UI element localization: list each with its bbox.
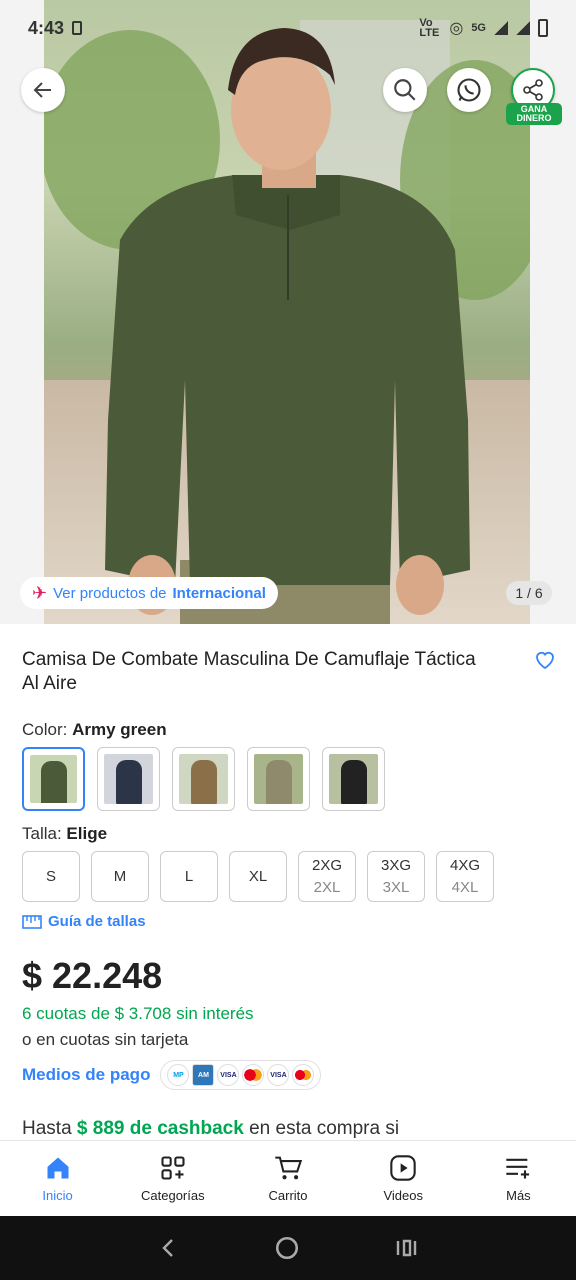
color-swatch-camo[interactable]: [247, 747, 310, 811]
intl-prefix: Ver productos de: [53, 584, 167, 602]
cashback-amount: $ 889 de cashback: [76, 1118, 244, 1139]
tab-label: Categorías: [141, 1188, 205, 1203]
tab-label: Más: [506, 1188, 531, 1203]
earn-money-badge: GANA DINERO: [506, 103, 562, 125]
international-products-link[interactable]: ✈ Ver productos de Internacional: [20, 577, 278, 609]
size-alt: 2XL: [313, 878, 341, 896]
tab-label: Carrito: [268, 1188, 308, 1203]
size-label: Talla: Elige: [22, 824, 107, 844]
airplane-icon: ✈: [32, 582, 48, 603]
heart-icon: [536, 651, 554, 670]
color-swatch-black[interactable]: [322, 747, 385, 811]
no-card-installments-text: o en cuotas sin tarjeta: [22, 1030, 189, 1049]
tab-categorias[interactable]: Categorías: [115, 1141, 230, 1216]
search-icon: [394, 79, 416, 101]
video-icon: [390, 1155, 416, 1181]
nav-back-icon[interactable]: [157, 1236, 181, 1260]
size-option-2xg[interactable]: 2XG 2XL: [298, 851, 356, 902]
size-alt: 3XL: [382, 878, 410, 896]
share-icon: [523, 79, 543, 101]
visa-debit-icon: VISA: [267, 1064, 290, 1086]
tab-label: Videos: [383, 1188, 423, 1203]
payment-methods-link[interactable]: Medios de pago: [22, 1065, 150, 1085]
arrow-left-icon: [33, 82, 51, 98]
signal-icon: [494, 21, 508, 35]
status-time: 4:43: [28, 17, 65, 38]
whatsapp-share-button[interactable]: [447, 68, 491, 112]
color-swatch-navy[interactable]: [97, 747, 160, 811]
mastercard-debit-icon: [292, 1064, 315, 1086]
size-option-4xg[interactable]: 4XG 4XL: [436, 851, 494, 902]
bottom-tab-bar: Inicio Categorías Carrito Videos Más: [0, 1140, 576, 1216]
size-main: M: [113, 867, 127, 885]
menu-more-icon: [506, 1158, 530, 1179]
network-indicator: 5G: [471, 22, 486, 34]
payment-icons: MP AM VISA VISA: [160, 1060, 322, 1090]
size-option-s[interactable]: S: [22, 851, 80, 902]
mercadopago-icon: MP: [167, 1064, 190, 1086]
size-guide-text: Guía de tallas: [48, 913, 146, 930]
size-option-3xg[interactable]: 3XG 3XL: [367, 851, 425, 902]
tab-carrito[interactable]: Carrito: [230, 1141, 345, 1216]
status-bar: 4:43 Vo LTE ◎ 5G: [0, 0, 576, 56]
categories-icon: [161, 1156, 185, 1180]
size-value: Elige: [66, 824, 108, 843]
search-button[interactable]: [383, 68, 427, 112]
nav-home-icon[interactable]: [274, 1235, 300, 1261]
size-option-l[interactable]: L: [160, 851, 218, 902]
size-main: 3XG: [380, 856, 411, 874]
size-guide-link[interactable]: Guía de tallas: [22, 913, 146, 930]
size-main: S: [45, 867, 56, 885]
color-swatch-khaki[interactable]: [172, 747, 235, 811]
volte-indicator: Vo LTE: [419, 17, 440, 39]
product-title: Camisa De Combate Masculina De Camuflaje…: [22, 649, 476, 694]
sim-icon: [72, 21, 83, 35]
size-option-m[interactable]: M: [91, 851, 149, 902]
size-label-text: Talla:: [22, 824, 62, 843]
size-main: XL: [248, 867, 268, 885]
tab-mas[interactable]: Más: [461, 1141, 576, 1216]
installments-text: 6 cuotas de $ 3.708 sin interés: [22, 1004, 254, 1023]
payment-methods[interactable]: Medios de pago MP AM VISA VISA: [22, 1060, 322, 1090]
cashback-text: Hasta $ 889 de cashback en esta compra s…: [22, 1118, 399, 1140]
color-swatch-army-green[interactable]: [22, 747, 85, 811]
whatsapp-icon: [457, 78, 481, 102]
size-main: L: [184, 867, 194, 885]
tab-label: Inicio: [42, 1188, 73, 1203]
system-navigation-bar: [0, 1216, 576, 1280]
signal-icon: [516, 21, 530, 35]
visa-icon: VISA: [217, 1064, 240, 1086]
size-option-xl[interactable]: XL: [229, 851, 287, 902]
nav-recents-icon[interactable]: [393, 1236, 419, 1260]
color-swatches: [22, 747, 385, 811]
color-label-text: Color:: [22, 720, 68, 739]
image-pager: 1 / 6: [506, 581, 552, 605]
color-label: Color: Army green: [22, 720, 167, 740]
cart-icon: [275, 1156, 303, 1180]
color-value: Army green: [72, 720, 167, 739]
size-main: 4XG: [449, 856, 480, 874]
battery-icon: [538, 19, 548, 37]
ruler-icon: [22, 914, 42, 929]
amex-icon: AM: [192, 1064, 215, 1086]
home-icon: [47, 1157, 69, 1179]
size-main: 2XG: [311, 856, 342, 874]
favorite-button[interactable]: [533, 648, 557, 677]
tab-videos[interactable]: Videos: [346, 1141, 461, 1216]
intl-link-text: Internacional: [172, 584, 266, 602]
size-options: S M L XL 2XG 2XL 3XG 3XL 4XG 4XL: [22, 851, 494, 902]
tab-inicio[interactable]: Inicio: [0, 1141, 115, 1216]
size-alt: 4XL: [451, 878, 479, 896]
cashback-suffix: en esta compra si: [249, 1118, 400, 1139]
hotspot-icon: ◎: [449, 20, 464, 37]
mastercard-icon: [242, 1064, 265, 1086]
back-button[interactable]: [21, 68, 65, 112]
cashback-prefix: Hasta: [22, 1118, 72, 1139]
product-price: $ 22.248: [22, 955, 163, 996]
